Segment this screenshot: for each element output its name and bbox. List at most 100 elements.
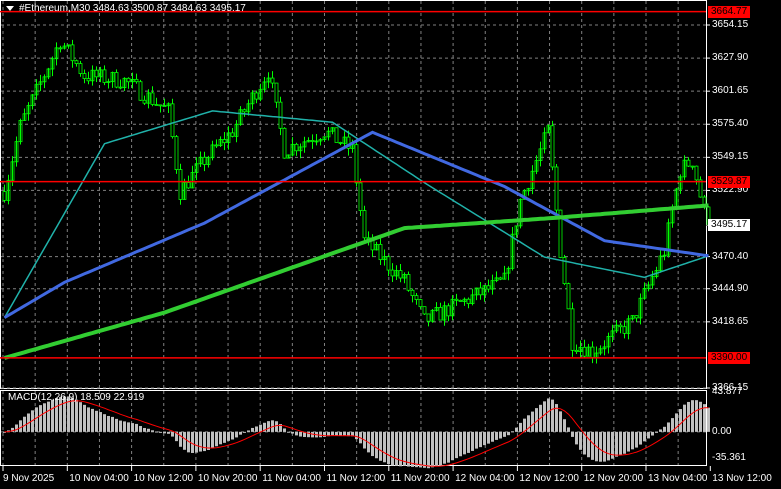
macd-histogram-bar xyxy=(75,399,78,432)
candle-bear xyxy=(438,307,443,321)
macd-histogram-bar xyxy=(55,398,58,432)
macd-histogram-bar xyxy=(543,401,546,432)
time-label: 13 Nov 04:00 xyxy=(648,473,708,484)
dropdown-triangle-icon[interactable] xyxy=(6,5,14,11)
candle-bear xyxy=(362,210,367,239)
candle-bear xyxy=(254,92,259,100)
candle-bear xyxy=(134,78,139,83)
candle-bear xyxy=(390,269,395,277)
candle-bear xyxy=(70,44,75,62)
macd-histogram-bar xyxy=(143,427,146,432)
macd-histogram-bar xyxy=(267,421,270,432)
macd-histogram-bar xyxy=(439,431,442,466)
macd-histogram-bar xyxy=(47,401,50,432)
candle-bear xyxy=(242,109,247,113)
candle-bear xyxy=(554,166,559,211)
macd-histogram-bar xyxy=(483,431,486,446)
candle-bear xyxy=(114,72,119,88)
macd-histogram-bar xyxy=(395,431,398,466)
macd-histogram-bar xyxy=(223,431,226,443)
candle-bear xyxy=(378,244,383,261)
candle-bear xyxy=(590,346,595,358)
macd-histogram-bar xyxy=(695,400,698,432)
macd-histogram-bar xyxy=(503,431,506,437)
price-chart[interactable] xyxy=(0,0,781,489)
macd-histogram-bar xyxy=(619,431,622,455)
macd-histogram-bar xyxy=(487,431,490,444)
candle-bear xyxy=(118,86,123,89)
macd-histogram-bar xyxy=(167,431,170,434)
time-label: 11 Nov 12:00 xyxy=(326,473,386,484)
candle-bear xyxy=(498,277,503,280)
macd-histogram-bar xyxy=(531,411,534,432)
macd-histogram-bar xyxy=(691,400,694,432)
candle-bear xyxy=(694,165,699,181)
time-label: 10 Nov 20:00 xyxy=(197,473,258,484)
candle-bear xyxy=(78,63,83,74)
macd-histogram-bar xyxy=(191,431,194,453)
macd-histogram-bar xyxy=(295,431,298,436)
macd-histogram-bar xyxy=(447,431,450,463)
candle-bear xyxy=(574,349,579,353)
macd-histogram-bar xyxy=(563,419,566,432)
candle-bear xyxy=(178,169,183,200)
current-price-label: 3495.17 xyxy=(708,219,751,232)
macd-histogram-bar xyxy=(247,430,250,432)
macd-histogram-bar xyxy=(479,431,482,448)
macd-histogram-bar xyxy=(435,431,438,467)
macd-histogram-bar xyxy=(107,415,110,432)
candle-bear xyxy=(386,256,391,271)
candle-bear xyxy=(274,82,279,103)
macd-histogram-bar xyxy=(355,431,358,440)
macd-histogram-bar xyxy=(511,431,514,433)
chart-title: #Ethereum,M30 3484.63 3500.87 3484.63 34… xyxy=(6,3,246,14)
candle-bear xyxy=(466,298,471,304)
macd-histogram-bar xyxy=(43,403,46,432)
macd-histogram-bar xyxy=(235,431,238,438)
time-label: 11 Nov 20:00 xyxy=(390,473,450,484)
time-label: 12 Nov 12:00 xyxy=(519,473,579,484)
price-tick-label: 3654.15 xyxy=(712,19,749,30)
candle-bear xyxy=(550,125,555,168)
macd-histogram-bar xyxy=(103,414,106,432)
candle-bear xyxy=(154,104,159,106)
macd-histogram-bar xyxy=(559,411,562,432)
time-label: 13 Nov 12:00 xyxy=(712,473,772,484)
macd-histogram-bar xyxy=(463,431,466,455)
macd-histogram-bar xyxy=(39,405,42,432)
macd-histogram-bar xyxy=(287,431,290,433)
macd-histogram-bar xyxy=(639,431,642,445)
time-label: 9 Nov 2025 xyxy=(3,473,55,484)
candle-bear xyxy=(58,47,63,50)
macd-histogram-bar xyxy=(603,431,606,462)
macd-histogram-bar xyxy=(211,431,214,448)
candle-bear xyxy=(126,77,131,83)
time-label: 12 Nov 20:00 xyxy=(583,473,644,484)
macd-tick-label: 0.00 xyxy=(712,425,732,437)
candle-bear xyxy=(334,127,339,143)
macd-histogram-bar xyxy=(83,404,86,432)
macd-histogram-bar xyxy=(651,431,654,436)
macd-histogram-bar xyxy=(571,431,574,437)
macd-histogram-bar xyxy=(647,431,650,439)
macd-histogram-bar xyxy=(575,431,578,445)
macd-histogram-bar xyxy=(419,431,422,468)
macd-histogram-bar xyxy=(471,431,474,451)
macd-histogram-bar xyxy=(131,423,134,432)
macd-histogram-bar xyxy=(35,407,38,432)
time-label: 11 Nov 04:00 xyxy=(262,473,321,484)
price-tick-label: 3575.40 xyxy=(712,118,749,130)
candle-bear xyxy=(582,346,587,357)
candle-bear xyxy=(222,139,227,144)
macd-histogram-bar xyxy=(547,398,550,432)
macd-histogram-bar xyxy=(155,431,158,433)
macd-histogram-bar xyxy=(343,431,346,436)
candle-bear xyxy=(618,324,623,328)
macd-histogram-bar xyxy=(147,428,150,432)
macd-histogram-bar xyxy=(231,431,234,440)
macd-histogram-bar xyxy=(123,421,126,432)
candle-bear xyxy=(142,99,147,104)
macd-histogram-bar xyxy=(663,426,666,432)
level-price-label: 3664.77 xyxy=(708,5,751,18)
candle-bear xyxy=(94,69,99,78)
